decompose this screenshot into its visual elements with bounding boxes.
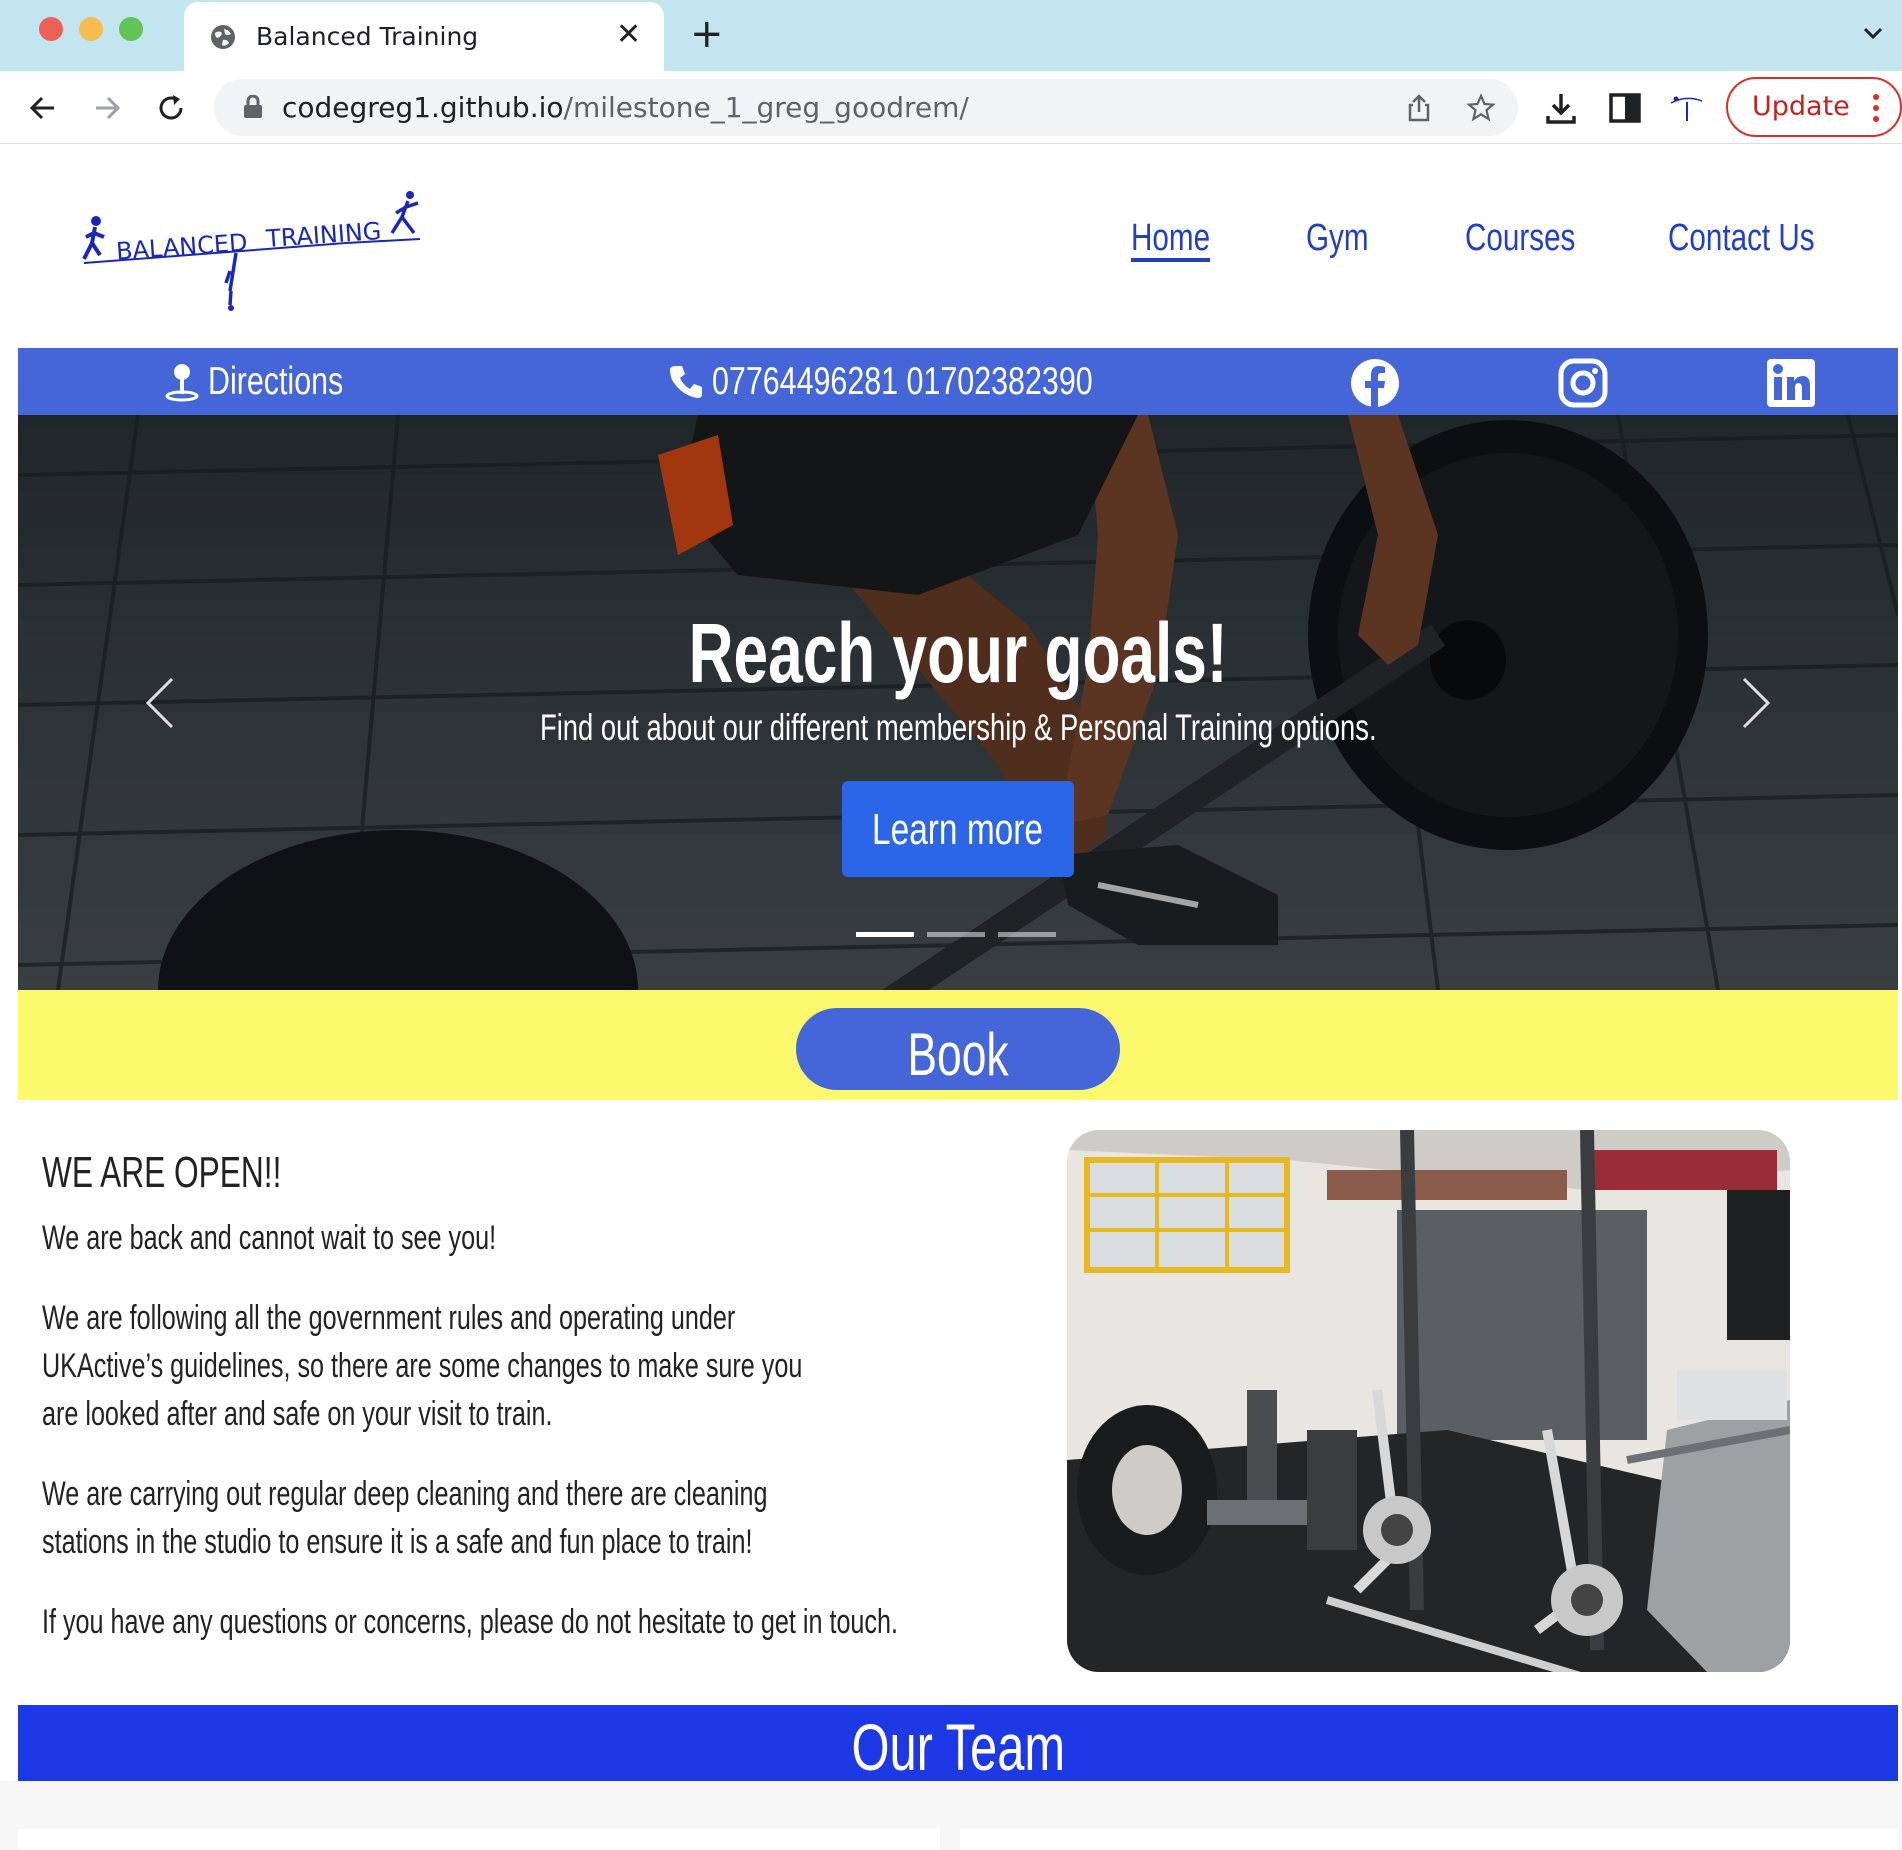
nav-gym[interactable]: Gym [1306, 217, 1369, 260]
team-cards-area [0, 1781, 1902, 1850]
hero-carousel: Reach your goals! Find out about our dif… [18, 415, 1898, 990]
globe-icon [211, 25, 235, 49]
hero-title: Reach your goals! [688, 606, 1228, 700]
forward-arrow-icon[interactable] [88, 89, 126, 127]
carousel-indicator-2[interactable] [927, 932, 985, 937]
side-panel-icon[interactable] [1606, 89, 1644, 127]
phone-icon [670, 366, 702, 398]
book-training-button[interactable]: Book Training [796, 1008, 1120, 1157]
close-icon[interactable]: ✕ [616, 17, 641, 53]
open-heading: WE ARE OPEN!! [42, 1148, 282, 1197]
logo[interactable]: BALANCED TRAINING [80, 187, 426, 313]
open-paragraph-1: We are back and cannot wait to see you! [42, 1219, 497, 1257]
carousel-indicator-1[interactable] [856, 932, 914, 937]
our-team-banner: Our Team [18, 1705, 1898, 1784]
browser-tab-strip: Balanced Training ✕ + [0, 0, 1902, 71]
update-label: Update [1752, 91, 1850, 122]
maximize-window-button[interactable] [119, 17, 143, 41]
contact-info-bar: Directions 07764496281 01702382390 [18, 348, 1898, 415]
browser-tab-active[interactable]: Balanced Training ✕ [184, 2, 664, 71]
team-card-left [18, 1829, 940, 1850]
nav-home[interactable]: Home [1131, 217, 1210, 260]
download-icon[interactable] [1542, 89, 1580, 127]
carousel-indicator-3[interactable] [998, 932, 1056, 937]
plus-icon[interactable]: + [690, 12, 724, 56]
extension-icon[interactable] [1668, 89, 1706, 127]
linkedin-icon[interactable] [1766, 358, 1816, 408]
gym-photo-image [1067, 1130, 1790, 1672]
nav-courses[interactable]: Courses [1465, 217, 1575, 260]
chevron-down-icon[interactable] [1858, 18, 1888, 48]
address-bar[interactable]: codegreg1.github.io/milestone_1_greg_goo… [214, 79, 1518, 136]
phone-numbers[interactable]: 07764496281 01702382390 [712, 360, 1093, 404]
map-pin-person-icon [165, 364, 199, 402]
gym-interior-photo [1067, 1130, 1790, 1672]
url-text: codegreg1.github.io/milestone_1_greg_goo… [282, 91, 969, 124]
reload-icon[interactable] [152, 89, 190, 127]
facebook-icon[interactable] [1350, 358, 1400, 408]
learn-more-button[interactable]: Learn more [842, 781, 1074, 877]
minimize-window-button[interactable] [79, 17, 103, 41]
update-button[interactable]: Update [1726, 77, 1902, 137]
nav-contact-us[interactable]: Contact Us [1668, 217, 1815, 260]
carousel-prev-icon[interactable] [142, 675, 178, 731]
we-are-open-section: WE ARE OPEN!! We are back and cannot wai… [0, 1100, 1902, 1700]
lock-icon[interactable] [242, 95, 264, 119]
back-arrow-icon[interactable] [24, 89, 62, 127]
open-paragraph-4: If you have any questions or concerns, p… [42, 1603, 898, 1641]
close-window-button[interactable] [39, 17, 63, 41]
learn-more-label: Learn more [872, 805, 1044, 854]
carousel-next-icon[interactable] [1738, 675, 1774, 731]
open-paragraph-3: We are carrying out regular deep cleanin… [42, 1475, 768, 1561]
hero-subtitle: Find out about our different membership … [539, 707, 1377, 748]
share-icon[interactable] [1404, 93, 1434, 123]
star-icon[interactable] [1466, 93, 1496, 123]
tab-title: Balanced Training [256, 22, 479, 51]
our-team-title: Our Team [851, 1710, 1065, 1784]
book-training-band: Book Training [18, 990, 1898, 1157]
instagram-icon[interactable] [1558, 358, 1608, 408]
hero-background-image [18, 415, 1898, 990]
browser-toolbar: codegreg1.github.io/milestone_1_greg_goo… [0, 71, 1902, 144]
kebab-menu-icon[interactable] [1872, 93, 1880, 123]
team-card-right [960, 1829, 1898, 1850]
directions-link[interactable]: Directions [208, 360, 343, 404]
site-header: BALANCED TRAINING Home Gym Courses Conta… [0, 145, 1902, 348]
open-paragraph-2: We are following all the government rule… [42, 1299, 803, 1433]
